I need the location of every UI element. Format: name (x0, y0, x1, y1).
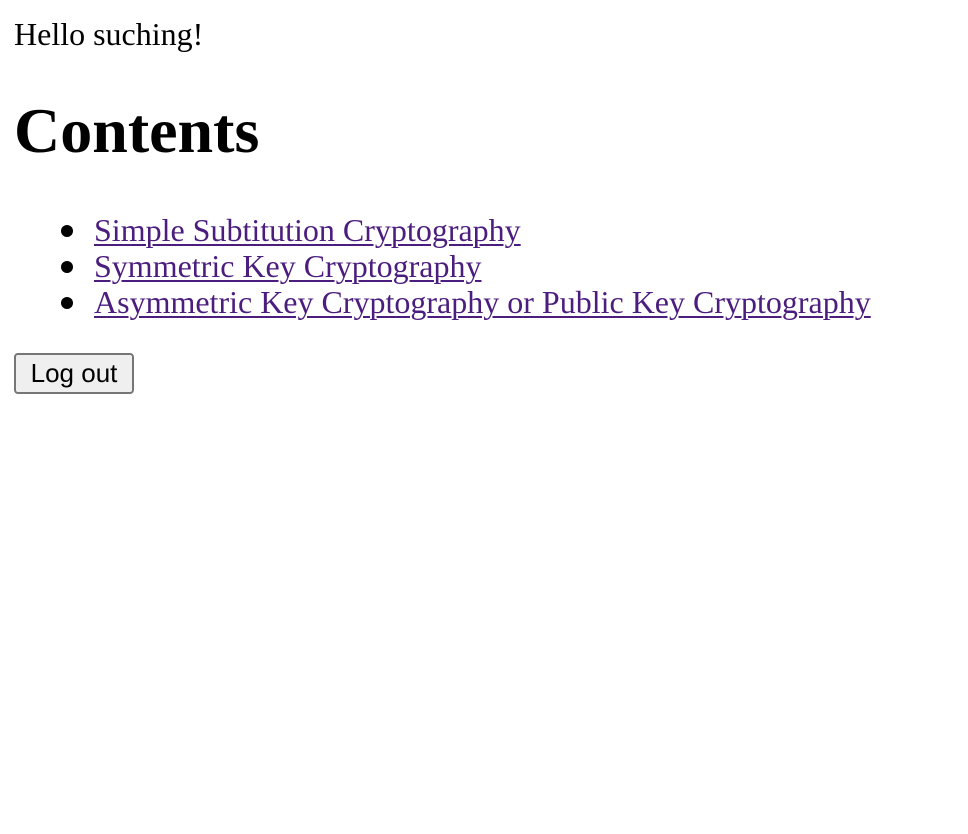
page-title: Contents (14, 95, 260, 166)
list-item: Simple Subtitution Cryptography (14, 212, 871, 248)
logout-button[interactable]: Log out (14, 353, 134, 394)
bullet-icon (61, 225, 73, 237)
greeting-text: Hello suching! (14, 16, 204, 52)
asymmetric-key-link[interactable]: Asymmetric Key Cryptography or Public Ke… (94, 284, 871, 320)
list-item: Asymmetric Key Cryptography or Public Ke… (14, 284, 871, 320)
list-item: Symmetric Key Cryptography (14, 248, 871, 284)
contents-list: Simple Subtitution Cryptography Symmetri… (14, 212, 871, 320)
bullet-icon (61, 297, 73, 309)
symmetric-key-link[interactable]: Symmetric Key Cryptography (94, 248, 481, 284)
simple-substitution-link[interactable]: Simple Subtitution Cryptography (94, 212, 521, 248)
bullet-icon (61, 261, 73, 273)
